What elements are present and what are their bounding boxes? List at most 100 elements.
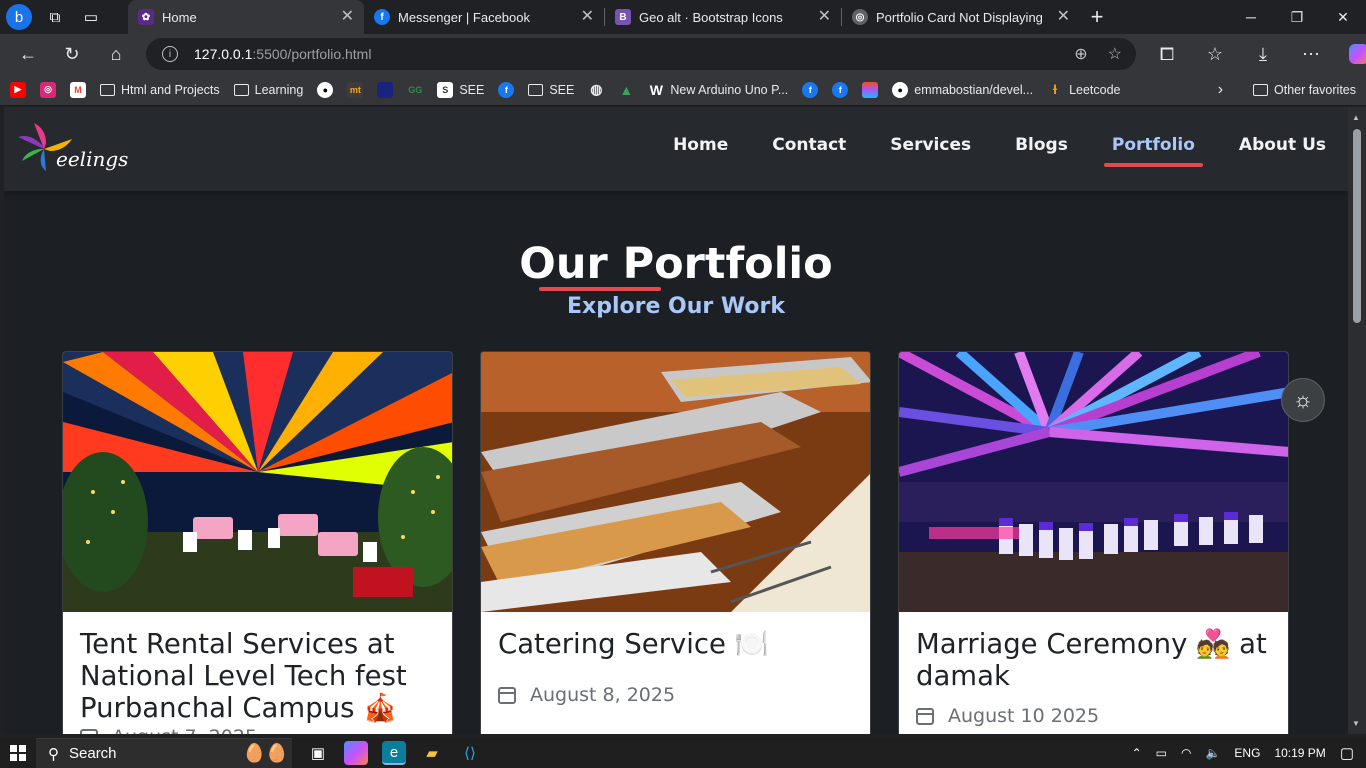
- vscode-icon[interactable]: ⟨⟩: [458, 741, 482, 765]
- bookmark-drive[interactable]: ▲: [618, 82, 634, 98]
- bookmark-label: SEE: [459, 82, 485, 97]
- page-scrollbar[interactable]: ▲ ▼: [1348, 107, 1366, 734]
- nav-about-us[interactable]: About Us: [1239, 135, 1326, 165]
- downloads-icon[interactable]: ⤓: [1246, 37, 1280, 71]
- favorite-star-icon[interactable]: ☆: [1108, 44, 1122, 64]
- edge-icon[interactable]: e: [382, 741, 406, 765]
- volume-icon[interactable]: 🔈: [1205, 746, 1220, 760]
- copilot-icon[interactable]: [344, 741, 368, 765]
- theme-toggle-sun-icon[interactable]: ☼: [1281, 378, 1325, 422]
- bookmark-blue[interactable]: [377, 81, 394, 98]
- site-info-icon[interactable]: i: [162, 46, 178, 62]
- bookmark-mt[interactable]: mt: [347, 81, 364, 98]
- browser-titlebar: b ⧉ ▭ ✿ Home ✕ f Messenger | Facebook ✕ …: [0, 0, 1366, 34]
- leetcode-icon: ɫ: [1052, 82, 1058, 97]
- folder-icon: [233, 83, 249, 96]
- tab-home[interactable]: ✿ Home ✕: [128, 0, 364, 34]
- main-nav: Home Contact Services Blogs Portfolio Ab…: [673, 135, 1326, 167]
- chevron-right-icon[interactable]: ›: [1218, 81, 1223, 99]
- bookmark-facebook[interactable]: f: [802, 81, 819, 98]
- scroll-up-icon[interactable]: ▲: [1352, 113, 1360, 122]
- bookmark-label: New Arduino Uno P...: [670, 82, 789, 97]
- chatgpt-icon: ◎: [852, 9, 868, 25]
- chevron-up-icon[interactable]: ⌃: [1132, 746, 1142, 760]
- portfolio-card[interactable]: Tent Rental Services at National Level T…: [62, 351, 453, 734]
- other-favorites[interactable]: Other favorites: [1253, 83, 1356, 97]
- close-tab-icon[interactable]: ✕: [818, 9, 831, 25]
- nav-home[interactable]: Home: [673, 135, 728, 165]
- bookmark-facebook[interactable]: f: [832, 81, 849, 98]
- bookmark-label: SEE: [549, 82, 575, 97]
- folder-icon: [100, 83, 115, 96]
- close-tab-icon[interactable]: ✕: [581, 9, 594, 25]
- card-date: August 8, 2025: [498, 684, 675, 706]
- bookmark-folder[interactable]: Learning: [233, 83, 303, 97]
- tab-messenger[interactable]: f Messenger | Facebook ✕: [364, 0, 604, 34]
- windows-taskbar: ⚲ Search 🥚🥚 ▣ e ▰ ⟨⟩ ⌃ ▭ ◠ 🔈 ENG 10:19 P…: [0, 738, 1366, 768]
- battery-icon[interactable]: ▭: [1156, 746, 1167, 760]
- bookmark-globe[interactable]: ◍: [588, 81, 604, 98]
- portfolio-card[interactable]: Marriage Ceremony 💑 at damak August 10 2…: [898, 351, 1289, 734]
- file-explorer-icon[interactable]: ▰: [420, 741, 444, 765]
- refresh-icon[interactable]: ↻: [55, 37, 89, 71]
- tab-actions-icon[interactable]: ▭: [78, 4, 104, 30]
- back-icon[interactable]: ←: [11, 37, 45, 71]
- bookmark-geeksforgeeks[interactable]: GG: [407, 82, 423, 98]
- nav-contact[interactable]: Contact: [772, 135, 846, 165]
- task-view-icon[interactable]: ▣: [306, 741, 330, 765]
- gmail-icon: M: [70, 81, 86, 98]
- bookmarks-bar: ▶ ◎ M Html and Projects Learning ● mt GG…: [0, 74, 1366, 106]
- favorites-icon[interactable]: ☆: [1198, 37, 1232, 71]
- bookmark-facebook[interactable]: f: [498, 81, 515, 98]
- portfolio-card[interactable]: Catering Service 🍽️ August 8, 2025: [480, 351, 871, 734]
- restore-icon[interactable]: ❐: [1274, 0, 1320, 34]
- bookmark-see[interactable]: S SEE: [437, 81, 485, 98]
- nav-services[interactable]: Services: [890, 135, 971, 165]
- close-tab-icon[interactable]: ✕: [1057, 9, 1070, 25]
- address-actions: ⊕ ☆: [1074, 44, 1136, 64]
- minimize-icon[interactable]: ─: [1228, 0, 1274, 34]
- card-date-text: August 7, 2025: [112, 726, 257, 734]
- bookmark-github-repo[interactable]: ● emmabostian/devel...: [892, 81, 1034, 98]
- nav-blogs[interactable]: Blogs: [1015, 135, 1068, 165]
- system-tray: ⌃ ▭ ◠ 🔈 ENG 10:19 PM ▢: [1132, 744, 1366, 762]
- site-logo[interactable]: eelings: [16, 121, 128, 177]
- home-icon[interactable]: ⌂: [99, 37, 133, 71]
- bookmark-gmail[interactable]: M: [70, 81, 86, 98]
- bookmark-arduino[interactable]: W New Arduino Uno P...: [648, 82, 789, 98]
- nav-portfolio[interactable]: Portfolio: [1103, 135, 1203, 167]
- see-icon: S: [437, 81, 454, 98]
- zoom-icon[interactable]: ⊕: [1074, 44, 1087, 64]
- more-menu-icon[interactable]: ⋯: [1294, 37, 1328, 71]
- titlebar-left: b ⧉ ▭: [0, 0, 128, 34]
- windows-start-icon[interactable]: [0, 745, 36, 761]
- workspaces-icon[interactable]: ⧉: [42, 4, 68, 30]
- bookmark-label: emmabostian/devel...: [914, 82, 1034, 97]
- wifi-icon[interactable]: ◠: [1181, 746, 1191, 760]
- tab-bootstrap-icons[interactable]: B Geo alt · Bootstrap Icons ✕: [605, 0, 841, 34]
- google-drive-icon: ▲: [619, 81, 634, 98]
- taskbar-search[interactable]: ⚲ Search 🥚🥚: [36, 738, 292, 768]
- close-tab-icon[interactable]: ✕: [341, 9, 354, 25]
- profile-icon[interactable]: b: [6, 4, 32, 30]
- bookmark-github[interactable]: ●: [317, 81, 334, 98]
- bookmark-instagram[interactable]: ◎: [40, 81, 56, 98]
- facebook-icon: f: [498, 81, 515, 98]
- address-bar[interactable]: i 127.0.0.1:5500/portfolio.html ⊕ ☆: [146, 38, 1136, 70]
- new-tab-button[interactable]: +: [1080, 0, 1114, 34]
- bookmark-folder[interactable]: Html and Projects: [100, 83, 220, 97]
- scroll-down-icon[interactable]: ▼: [1352, 719, 1360, 728]
- bookmark-figma[interactable]: [862, 81, 879, 98]
- extensions-icon[interactable]: ⧠: [1150, 37, 1184, 71]
- tab-portfolio-card[interactable]: ◎ Portfolio Card Not Displaying ✕: [842, 0, 1080, 34]
- clock[interactable]: 10:19 PM: [1274, 746, 1325, 760]
- card-date-text: August 8, 2025: [530, 684, 676, 706]
- language-indicator[interactable]: ENG: [1234, 746, 1260, 760]
- bookmark-folder[interactable]: SEE: [528, 83, 574, 97]
- copilot-icon[interactable]: [1342, 37, 1366, 71]
- notifications-icon[interactable]: ▢: [1340, 744, 1354, 762]
- close-window-icon[interactable]: ✕: [1320, 0, 1366, 34]
- bookmark-youtube[interactable]: ▶: [10, 81, 26, 98]
- bookmark-leetcode[interactable]: ɫ Leetcode: [1047, 82, 1121, 98]
- scrollbar-thumb[interactable]: [1353, 129, 1361, 323]
